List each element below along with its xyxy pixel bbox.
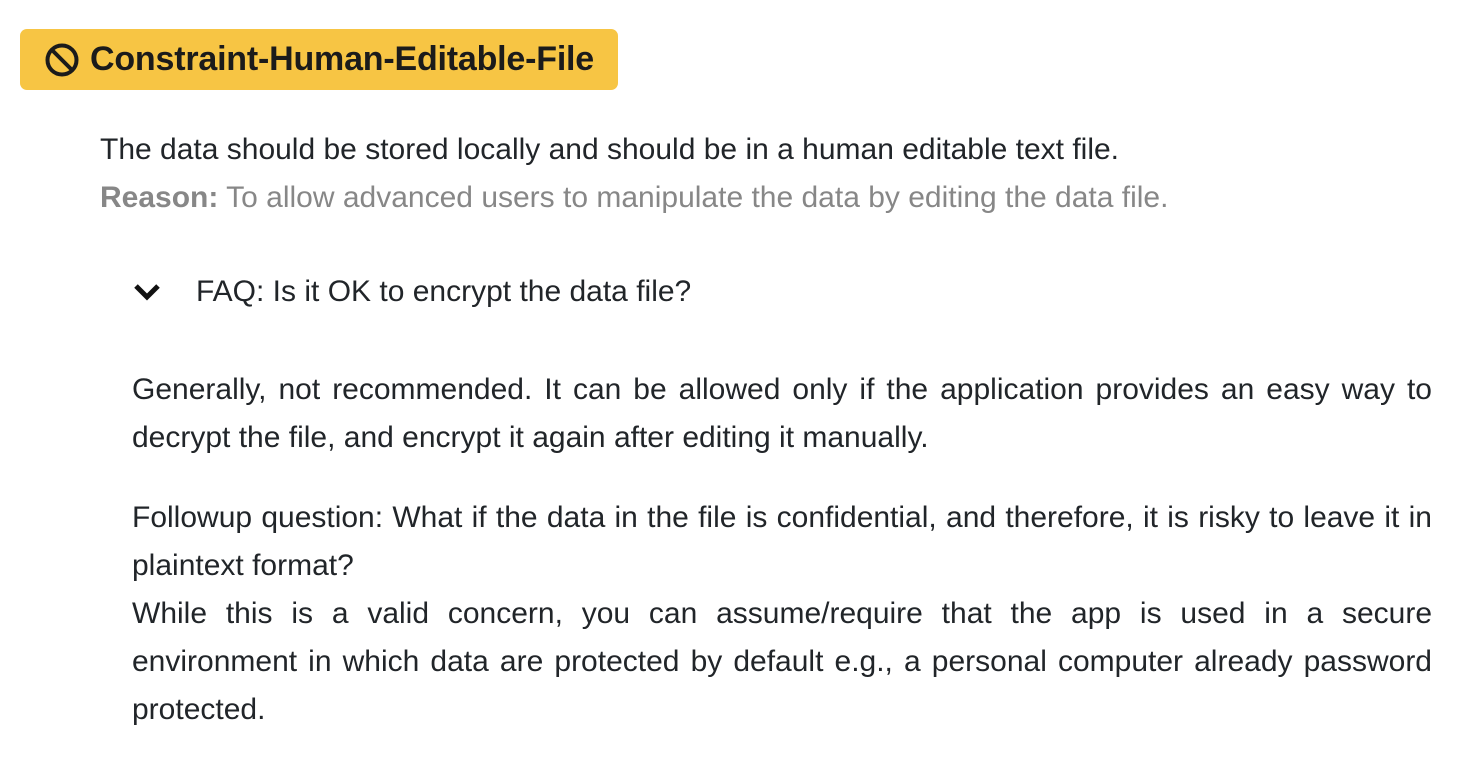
faq-answer-panel: Generally, not recommended. It can be al… bbox=[132, 366, 1432, 734]
constraint-title: Constraint-Human-Editable-File bbox=[90, 40, 595, 78]
faq-answer: Generally, not recommended. It can be al… bbox=[132, 373, 1432, 454]
reason-line: Reason: To allow advanced users to manip… bbox=[100, 174, 1168, 222]
prohibited-icon bbox=[44, 42, 80, 78]
faq-question[interactable]: FAQ: Is it OK to encrypt the data file? bbox=[196, 268, 691, 316]
chevron-down-icon[interactable] bbox=[132, 277, 162, 307]
constraint-badge: Constraint-Human-Editable-File bbox=[20, 29, 619, 90]
reason-text: To allow advanced users to manipulate th… bbox=[218, 181, 1169, 214]
constraint-description: The data should be stored locally and sh… bbox=[100, 126, 1168, 222]
reason-label: Reason: bbox=[100, 181, 219, 214]
followup-answer: While this is a valid concern, you can a… bbox=[132, 597, 1432, 726]
faq-toggle[interactable]: FAQ: Is it OK to encrypt the data file? bbox=[132, 268, 691, 316]
followup-question: Followup question: What if the data in t… bbox=[132, 501, 1432, 582]
description-text: The data should be stored locally and sh… bbox=[100, 133, 1120, 166]
